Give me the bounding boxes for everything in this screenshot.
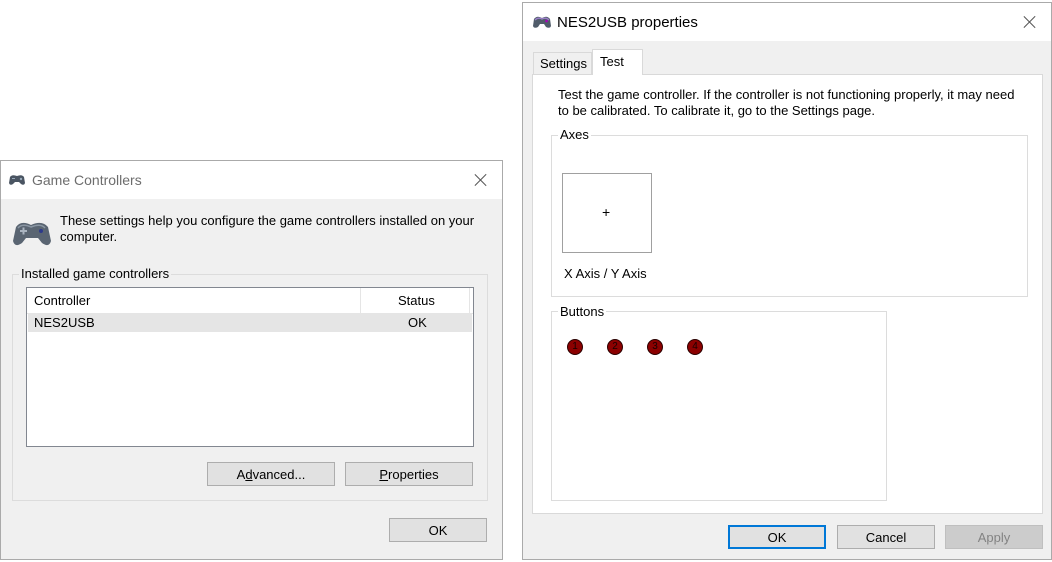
tab-test[interactable]: Test <box>592 49 643 75</box>
tab-settings-label: Settings <box>540 56 587 71</box>
row-status: OK <box>408 315 427 330</box>
column-header-status[interactable]: Status <box>398 293 435 308</box>
column-header-controller[interactable]: Controller <box>34 293 90 308</box>
gamepad-icon <box>13 222 51 246</box>
properties-window: NES2USB properties Settings Test Test th… <box>522 2 1052 560</box>
advanced-button[interactable]: Ad vanced... <box>207 462 335 486</box>
properties-button[interactable]: Properties <box>345 462 473 486</box>
tab-settings[interactable]: Settings <box>533 52 592 74</box>
cancel-button[interactable]: Cancel <box>837 525 935 549</box>
gamepad-icon <box>9 175 25 185</box>
ok-button[interactable]: OK <box>389 518 487 542</box>
installed-controllers-label: Installed game controllers <box>19 266 172 281</box>
properties-titlebar[interactable]: NES2USB properties <box>523 3 1051 41</box>
axes-label: Axes <box>558 127 591 142</box>
gamepad-icon <box>533 16 551 28</box>
button-indicator-3: 3 <box>647 339 663 355</box>
xy-axis-box: + <box>562 173 652 253</box>
game-controllers-titlebar[interactable]: Game Controllers <box>1 161 502 199</box>
button-indicator-4: 4 <box>687 339 703 355</box>
list-header: Controller Status <box>27 288 473 314</box>
ok-button[interactable]: OK <box>728 525 826 549</box>
close-icon[interactable] <box>473 172 489 188</box>
window-title: NES2USB properties <box>557 14 698 31</box>
buttons-label: Buttons <box>558 304 607 319</box>
tab-test-label: Test <box>600 54 624 69</box>
crosshair: + <box>602 204 611 220</box>
close-icon[interactable] <box>1022 14 1038 30</box>
button-indicator-1: 1 <box>567 339 583 355</box>
controllers-list[interactable]: Controller Status NES2USB OK <box>26 287 474 447</box>
buttons-group <box>551 311 887 501</box>
column-divider[interactable] <box>360 288 361 313</box>
column-divider <box>469 288 470 313</box>
game-controllers-window: Game Controllers These settings help you… <box>0 160 503 560</box>
apply-button[interactable]: Apply <box>945 525 1043 549</box>
window-title: Game Controllers <box>32 172 142 188</box>
button-indicator-2: 2 <box>607 339 623 355</box>
axis-caption: X Axis / Y Axis <box>564 266 647 281</box>
test-tab-panel: Test the game controller. If the control… <box>532 74 1043 514</box>
instructions-text: Test the game controller. If the control… <box>558 87 1015 118</box>
row-controller-name: NES2USB <box>34 315 95 330</box>
table-row[interactable]: NES2USB OK <box>28 313 472 332</box>
description-text: These settings help you configure the ga… <box>60 213 475 244</box>
